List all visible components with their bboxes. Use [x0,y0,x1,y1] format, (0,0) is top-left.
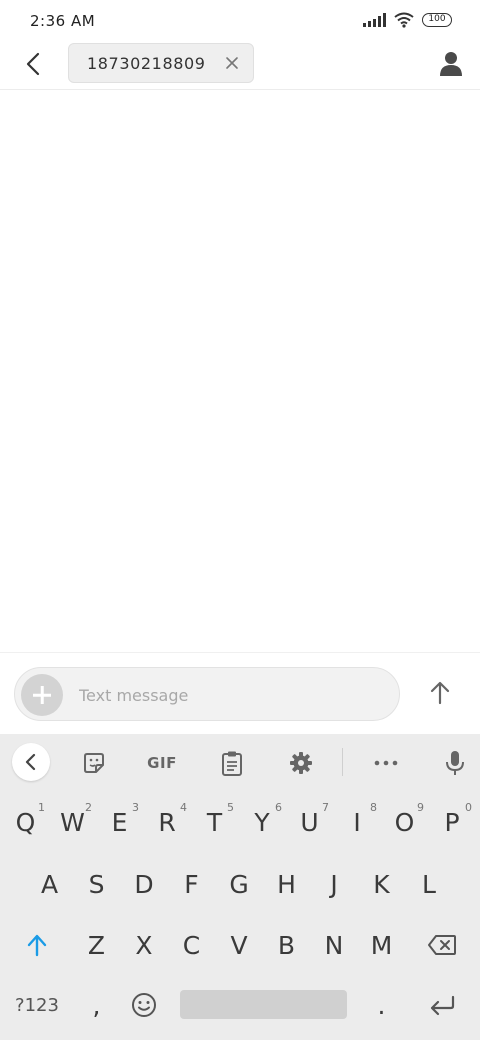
shift-arrow-icon [27,934,47,957]
status-icons: 100 [363,12,452,28]
signal-icon [363,13,386,27]
conversation-header: 18730218809 [0,42,480,90]
period-key[interactable]: . [358,980,405,1030]
key-hint: 2 [85,801,92,814]
settings-button[interactable] [287,750,315,776]
key-o[interactable]: O9 [381,797,428,847]
backspace-key[interactable] [410,920,474,970]
status-time: 2:36 AM [30,12,96,30]
toolbar-divider [342,748,343,776]
key-p[interactable]: P0 [428,797,476,847]
voice-input-button[interactable] [442,750,468,776]
key-i[interactable]: I8 [333,797,381,847]
status-bar: 2:36 AM 100 [0,0,480,42]
sticker-icon [84,753,104,773]
enter-key[interactable] [410,980,474,1030]
key-x[interactable]: X [120,920,168,970]
backspace-icon [428,935,456,955]
contact-icon[interactable] [438,50,464,78]
clipboard-icon [222,751,242,776]
key-k[interactable]: K [358,859,405,909]
keyboard: G I F Q 1 W 2 E 3 R 4 T 5 Y 6 U 7 I 8 O 9 … [0,734,480,1040]
key-label: T [206,807,223,837]
key-hint: 7 [322,801,329,814]
key-q[interactable]: Q1 [2,797,49,847]
add-attachment-icon[interactable] [21,674,63,716]
key-label: Q [15,807,36,837]
key-hint: 3 [132,801,139,814]
key-label: R [158,807,176,837]
more-button[interactable] [372,750,400,776]
key-c[interactable]: C [168,920,215,970]
key-hint: 0 [465,801,472,814]
symbols-label: ?123 [15,994,59,1016]
key-y[interactable]: Y6 [238,797,286,847]
key-n[interactable]: N [310,920,358,970]
microphone-icon [446,751,464,775]
key-hint: 1 [38,801,45,814]
emoji-key[interactable] [120,980,168,1030]
key-g[interactable]: G [215,859,263,909]
key-j[interactable]: J [310,859,358,909]
key-f[interactable]: F [168,859,215,909]
battery-icon: 100 [422,13,452,27]
space-bar[interactable] [180,990,347,1019]
key-label: P [444,807,460,837]
key-hint: 8 [370,801,377,814]
key-label: U [300,807,319,837]
key-a[interactable]: A [26,859,73,909]
comma-key[interactable]: , [73,980,120,1030]
sticker-button[interactable] [80,750,108,776]
recipient-chip[interactable]: 18730218809 [68,43,254,83]
key-z[interactable]: Z [73,920,120,970]
gif-button[interactable]: GIF [142,750,182,776]
back-icon[interactable] [20,50,48,78]
key-label: I [353,807,361,837]
key-label: O [394,807,415,837]
compose-bar [0,652,480,734]
key-w[interactable]: W2 [49,797,96,847]
key-e[interactable]: E3 [96,797,143,847]
key-l[interactable]: L [405,859,453,909]
enter-return-icon [430,995,455,1016]
key-v[interactable]: V [215,920,263,970]
key-m[interactable]: M [358,920,405,970]
key-t[interactable]: T5 [191,797,238,847]
key-b[interactable]: B [263,920,310,970]
keyboard-toolbar: GIF [0,734,480,790]
key-label: Y [254,807,270,837]
compose-field [14,667,400,721]
more-dots-icon [374,760,398,766]
key-u[interactable]: U7 [286,797,333,847]
recipient-number: 18730218809 [87,54,206,73]
wifi-icon [394,12,414,28]
shift-key[interactable] [4,920,70,970]
key-label: E [111,807,128,837]
settings-gear-icon [290,752,312,774]
close-icon[interactable] [225,56,239,70]
key-s[interactable]: S [73,859,120,909]
emoji-smiley-icon [132,993,156,1017]
key-hint: 5 [227,801,234,814]
key-hint: 9 [417,801,424,814]
collapse-chevron-icon [25,753,36,771]
key-r[interactable]: R4 [143,797,191,847]
message-input[interactable] [79,683,379,707]
symbols-key[interactable]: ?123 [4,980,70,1030]
clipboard-button[interactable] [218,750,246,776]
key-label: W [60,807,85,837]
gif-label: GIF [147,754,177,772]
key-d[interactable]: D [120,859,168,909]
key-hint: 4 [180,801,187,814]
key-hint: 6 [275,801,282,814]
collapse-toolbar-button[interactable] [12,743,50,781]
send-arrow-icon[interactable] [426,679,454,707]
key-h[interactable]: H [263,859,310,909]
